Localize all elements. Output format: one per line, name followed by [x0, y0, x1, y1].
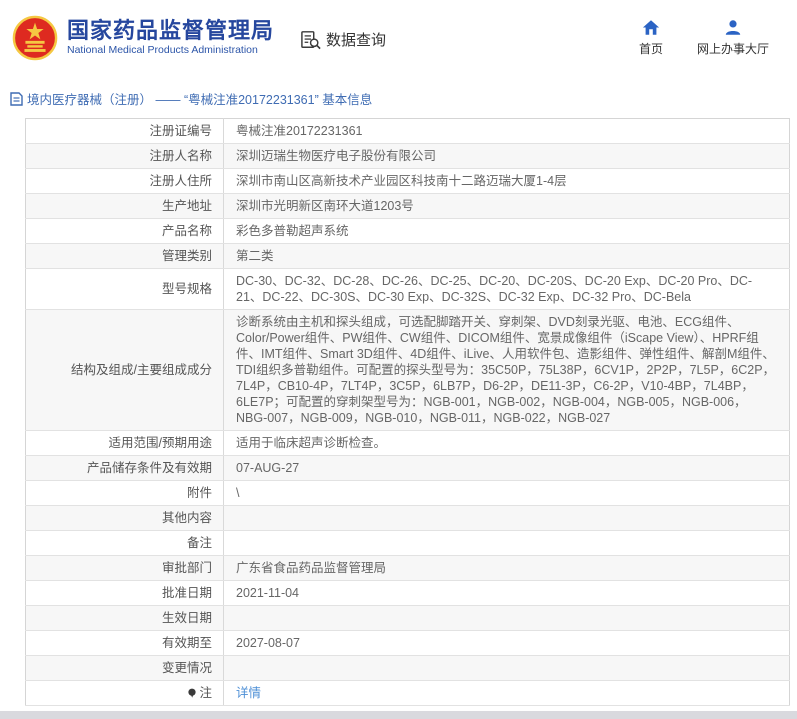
table-row: 适用范围/预期用途 适用于临床超声诊断检查。	[25, 430, 790, 456]
table-row: 其他内容	[25, 505, 790, 531]
table-row: 附件 \	[25, 480, 790, 506]
field-value: 2021-11-04	[223, 580, 790, 606]
field-value: 彩色多普勒超声系统	[223, 218, 790, 244]
field-label: 生效日期	[25, 605, 224, 631]
field-value: 第二类	[223, 243, 790, 269]
table-row: 生产地址 深圳市光明新区南环大道1203号	[25, 193, 790, 219]
person-icon	[724, 19, 742, 36]
field-label: 生产地址	[25, 193, 224, 219]
table-row: 产品名称 彩色多普勒超声系统	[25, 218, 790, 244]
brand-text: 国家药品监督管理局 National Medical Products Admi…	[67, 18, 274, 57]
breadcrumb: 境内医疗器械（注册） —— “粤械注准20172231361” 基本信息	[0, 75, 797, 117]
field-label: 型号规格	[25, 268, 224, 310]
data-query-section[interactable]: 数据查询	[300, 29, 386, 50]
page: 国家药品监督管理局 National Medical Products Admi…	[0, 0, 797, 719]
field-value: DC-30、DC-32、DC-28、DC-26、DC-25、DC-20、DC-2…	[223, 268, 790, 310]
field-value	[223, 530, 790, 556]
breadcrumb-text: 境内医疗器械（注册） —— “粤械注准20172231361” 基本信息	[27, 93, 373, 107]
field-value: 2027-08-07	[223, 630, 790, 656]
field-label: 变更情况	[25, 655, 224, 681]
site-subtitle: National Medical Products Administration	[67, 44, 258, 56]
info-table-body: 注册证编号 粤械注准20172231361 注册人名称 深圳迈瑞生物医疗电子股份有限公…	[25, 118, 790, 706]
field-label: 附件	[25, 480, 224, 506]
table-row: 备注	[25, 530, 790, 556]
table-row: 注册人住所 深圳市南山区高新技术产业园区科技南十二路迈瑞大厦1-4层	[25, 168, 790, 194]
field-label: 审批部门	[25, 555, 224, 581]
field-label: 适用范围/预期用途	[25, 430, 224, 456]
data-query-label: 数据查询	[326, 32, 387, 49]
table-row: 注册人名称 深圳迈瑞生物医疗电子股份有限公司	[25, 143, 790, 169]
field-label: 其他内容	[25, 505, 224, 531]
field-value: 适用于临床超声诊断检查。	[223, 430, 790, 456]
field-label: 产品储存条件及有效期	[25, 455, 224, 481]
field-value: 详情	[223, 680, 790, 706]
national-emblem-logo	[12, 15, 58, 61]
field-value: \	[223, 480, 790, 506]
header: 国家药品监督管理局 National Medical Products Admi…	[0, 0, 797, 75]
info-table: 注册证编号 粤械注准20172231361 注册人名称 深圳迈瑞生物医疗电子股份有限公…	[25, 118, 790, 706]
home-icon	[642, 19, 660, 36]
field-value: 07-AUG-27	[223, 455, 790, 481]
field-value: 深圳市南山区高新技术产业园区科技南十二路迈瑞大厦1-4层	[223, 168, 790, 194]
table-row: 产品储存条件及有效期 07-AUG-27	[25, 455, 790, 481]
table-row: 生效日期	[25, 605, 790, 631]
field-value	[223, 505, 790, 531]
field-label: 批准日期	[25, 580, 224, 606]
note-icon	[187, 686, 197, 698]
nav-service-hall-label: 网上办事大厅	[696, 41, 769, 56]
brand-link[interactable]: 国家药品监督管理局 National Medical Products Admi…	[12, 15, 274, 61]
field-value: 诊断系统由主机和探头组成，可选配脚踏开关、穿刺架、DVD刻录光驱、电池、ECG组…	[223, 309, 790, 431]
document-icon	[10, 91, 23, 106]
table-row: 管理类别 第二类	[25, 243, 790, 269]
table-row: 结构及组成/主要组成成分 诊断系统由主机和探头组成，可选配脚踏开关、穿刺架、DVD…	[25, 309, 790, 431]
top-nav: 首页 网上办事大厅	[639, 19, 769, 57]
field-value	[223, 605, 790, 631]
field-label: 注册证编号	[25, 118, 224, 144]
field-value	[223, 655, 790, 681]
table-row: 注详情	[25, 680, 790, 706]
field-label: 注册人名称	[25, 143, 224, 169]
nav-home[interactable]: 首页	[639, 19, 663, 57]
field-label: 注册人住所	[25, 168, 224, 194]
field-value: 深圳市光明新区南环大道1203号	[223, 193, 790, 219]
nav-home-label: 首页	[638, 41, 663, 56]
field-label: 有效期至	[25, 630, 224, 656]
table-row: 变更情况	[25, 655, 790, 681]
field-label: 备注	[25, 530, 224, 556]
site-title: 国家药品监督管理局	[67, 18, 275, 43]
nav-service-hall[interactable]: 网上办事大厅	[697, 19, 769, 57]
field-label: 结构及组成/主要组成成分	[25, 309, 224, 431]
table-row: 审批部门 广东省食品药品监督管理局	[25, 555, 790, 581]
table-row: 批准日期 2021-11-04	[25, 580, 790, 606]
table-row: 注册证编号 粤械注准20172231361	[25, 118, 790, 144]
table-row: 型号规格 DC-30、DC-32、DC-28、DC-26、DC-25、DC-20、…	[25, 268, 790, 310]
field-label: 注	[25, 680, 224, 706]
data-query-search-icon	[300, 30, 322, 50]
field-value: 深圳迈瑞生物医疗电子股份有限公司	[223, 143, 790, 169]
field-value: 粤械注准20172231361	[223, 118, 790, 144]
field-value: 广东省食品药品监督管理局	[223, 555, 790, 581]
table-row: 有效期至 2027-08-07	[25, 630, 790, 656]
footer-strip	[0, 711, 797, 719]
field-label: 管理类别	[25, 243, 224, 269]
field-label: 产品名称	[25, 218, 224, 244]
detail-link[interactable]: 详情	[236, 686, 261, 700]
